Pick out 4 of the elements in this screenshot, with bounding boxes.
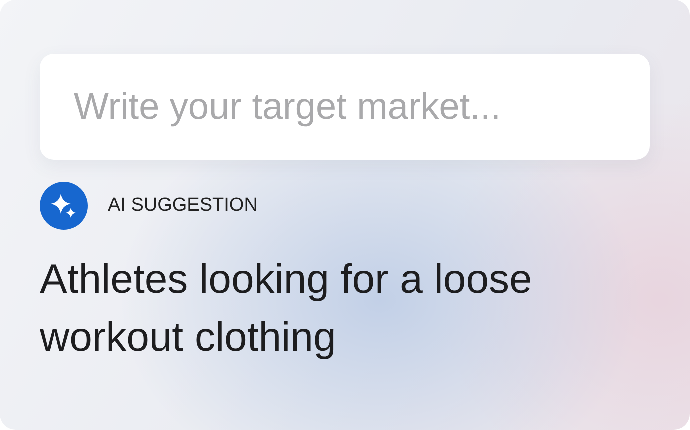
input-field[interactable]: Write your target market... — [40, 54, 650, 160]
sparkle-icon — [40, 182, 88, 230]
suggestion-text: Athletes looking for a loose workout clothing — [40, 255, 534, 362]
suggestion-label: AI SUGGESTION — [108, 195, 258, 217]
